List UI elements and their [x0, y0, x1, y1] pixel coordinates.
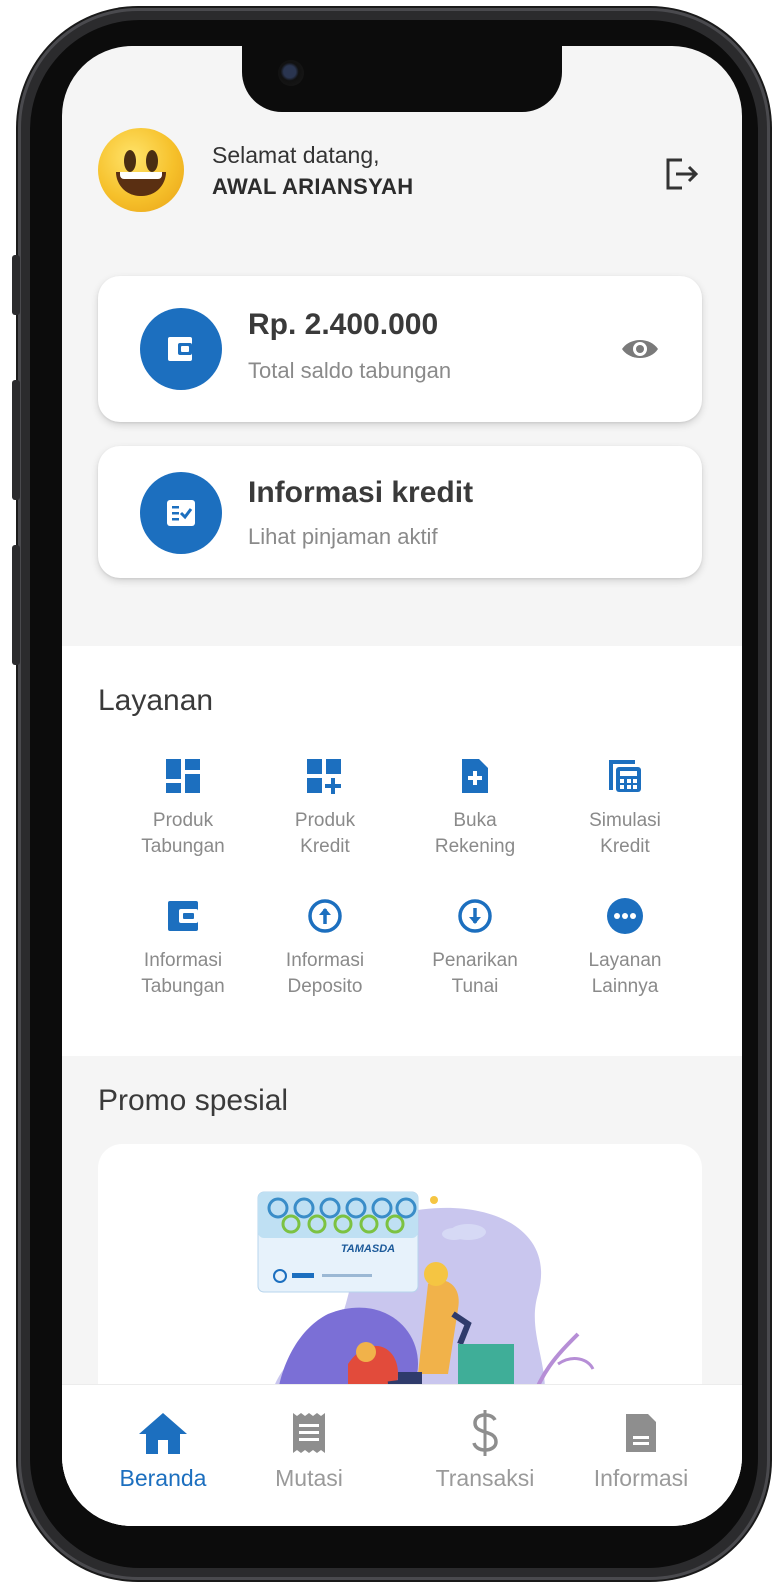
service-label: Informasi [143, 950, 223, 971]
phone-side-button [12, 255, 20, 315]
credit-title: Informasi kredit [248, 476, 474, 509]
phone-side-button [12, 380, 20, 500]
avatar-eye [124, 150, 136, 172]
balance-subtitle: Total saldo tabungan [248, 358, 452, 383]
balance-card[interactable]: Rp. 2.400.000 Total saldo tabungan [98, 276, 702, 422]
service-produk-kredit[interactable]: Produk Kredit [250, 754, 400, 860]
services-section: Layanan Produk Tabungan Produk Kredit Bu… [62, 646, 742, 1056]
services-title: Layanan [98, 684, 214, 717]
service-buka-rekening[interactable]: Buka Rekening [400, 754, 550, 860]
service-simulasi-kredit[interactable]: Simulasi Kredit [550, 754, 700, 860]
service-label: Rekening [434, 836, 516, 857]
tamasda-card: TAMASDA [257, 1191, 419, 1293]
service-label: Buka [453, 810, 497, 831]
avatar-eye [146, 150, 158, 172]
service-label: Deposito [287, 976, 363, 997]
arrow-down-circle-icon [400, 894, 550, 938]
service-label: Tunai [451, 976, 499, 997]
service-label: Lainnya [591, 976, 659, 997]
dashboard-add-icon [250, 754, 400, 798]
nav-transaksi[interactable]: Transaksi [410, 1407, 560, 1492]
service-layanan-lainnya[interactable]: Layanan Lainnya [550, 894, 700, 1000]
app-screen: Selamat datang, AWAL ARIANSYAH Rp. 2.400… [62, 46, 742, 1526]
service-label: Penarikan [432, 950, 518, 971]
wallet-icon [108, 894, 258, 938]
dashboard-icon [108, 754, 258, 798]
bottom-navigation: Beranda Mutasi Transaksi Informasi [62, 1384, 742, 1526]
credit-subtitle: Lihat pinjaman aktif [248, 524, 438, 549]
avatar[interactable] [98, 128, 184, 212]
nav-beranda[interactable]: Beranda [88, 1407, 238, 1492]
service-label: Simulasi [589, 810, 661, 831]
service-label: Tabungan [141, 836, 225, 857]
promo-card-brand: TAMASDA [341, 1243, 395, 1255]
eye-icon[interactable] [620, 334, 660, 364]
avatar-mouth [116, 172, 166, 196]
service-label: Produk [294, 810, 356, 831]
arrow-up-circle-icon [250, 894, 400, 938]
home-icon [88, 1407, 238, 1459]
balance-amount: Rp. 2.400.000 [248, 308, 439, 341]
more-icon [550, 894, 700, 938]
service-label: Kredit [300, 836, 350, 857]
credit-info-card[interactable]: Informasi kredit Lihat pinjaman aktif [98, 446, 702, 578]
service-label: Informasi [285, 950, 365, 971]
phone-side-button [12, 545, 20, 665]
phone-notch [242, 46, 562, 112]
greeting-text: Selamat datang, [212, 142, 380, 168]
calculator-icon [550, 754, 700, 798]
service-produk-tabungan[interactable]: Produk Tabungan [108, 754, 258, 860]
username: AWAL ARIANSYAH [212, 174, 414, 199]
service-label: Kredit [600, 836, 650, 857]
nav-mutasi[interactable]: Mutasi [234, 1407, 384, 1492]
nav-label: Informasi [593, 1465, 689, 1491]
service-informasi-tabungan[interactable]: Informasi Tabungan [108, 894, 258, 1000]
promo-title: Promo spesial [98, 1084, 289, 1117]
service-label: Tabungan [141, 976, 225, 997]
dollar-icon [410, 1407, 560, 1459]
wallet-icon [140, 308, 222, 390]
receipt-icon [234, 1407, 384, 1459]
service-label: Layanan [588, 950, 662, 971]
service-label: Produk [152, 810, 214, 831]
nav-label: Beranda [119, 1465, 207, 1491]
credit-check-icon [140, 472, 222, 554]
service-informasi-deposito[interactable]: Informasi Deposito [250, 894, 400, 1000]
file-add-icon [400, 754, 550, 798]
nav-label: Transaksi [435, 1465, 535, 1491]
nav-informasi[interactable]: Informasi [566, 1407, 716, 1492]
camera-icon [278, 60, 304, 86]
logout-icon[interactable] [662, 156, 702, 192]
nav-label: Mutasi [275, 1465, 343, 1491]
document-icon [566, 1407, 716, 1459]
service-penarikan-tunai[interactable]: Penarikan Tunai [400, 894, 550, 1000]
